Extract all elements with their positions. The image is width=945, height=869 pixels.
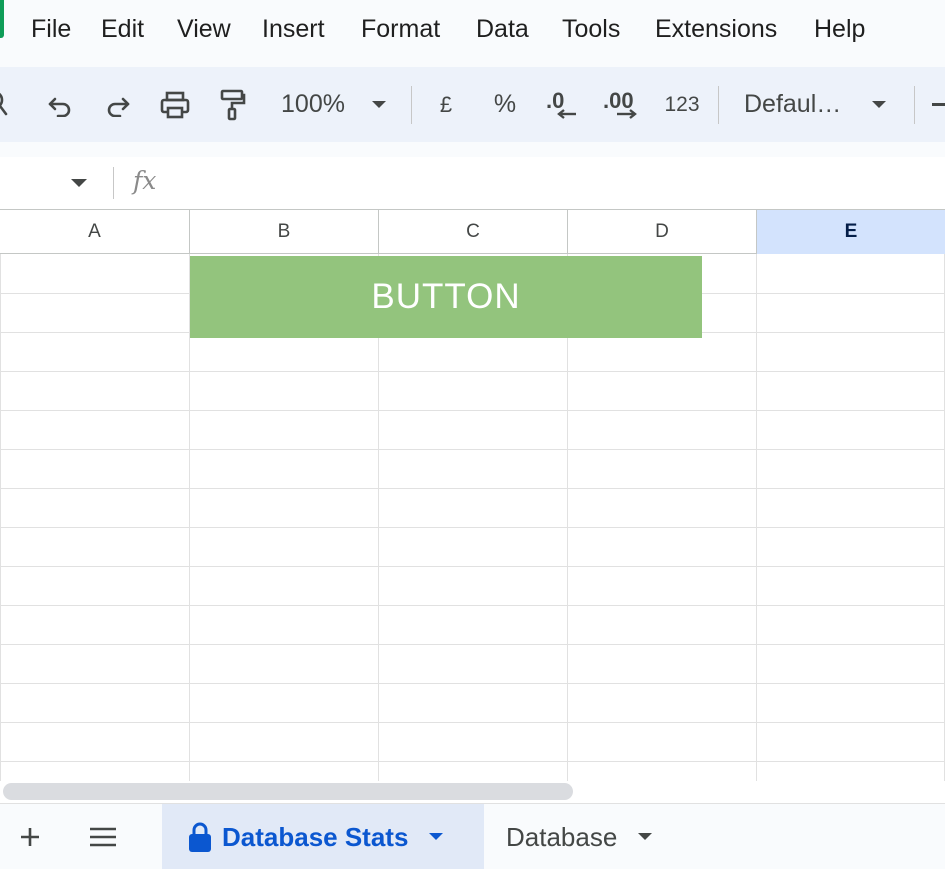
menu-lines-icon [90,827,116,847]
formula-divider [113,167,114,199]
menu-bar: File Edit View Insert Format Data Tools … [0,0,945,62]
search-icon[interactable] [0,67,14,142]
all-sheets-button[interactable] [78,804,128,869]
increase-decimal-icon: .00 [601,88,641,122]
formula-bar: fx [0,157,945,209]
grid-line [0,722,945,723]
sheet-tab-label: Database Stats [222,821,409,852]
plus-icon [21,828,39,846]
toolbar-divider [718,86,719,124]
toolbar-divider [411,86,412,124]
sheet-drawing-button[interactable]: BUTTON [190,256,702,338]
sheet-tab-database-stats[interactable]: Database Stats [162,804,484,869]
font-family-select[interactable]: Defaul… [744,67,848,142]
paint-format-icon[interactable] [214,67,250,142]
grid-line [0,371,945,372]
zoom-value: 100% [281,90,345,118]
chevron-down-icon [638,833,653,840]
increase-decimal-button[interactable]: .00 [600,67,642,142]
column-header-a[interactable]: A [0,210,190,254]
column-header-b[interactable]: B [190,210,379,254]
column-header-row: A B C D E [0,209,945,254]
font-family-value: Defaul… [744,90,842,118]
menu-format[interactable]: Format [361,14,440,44]
spreadsheet-app: File Edit View Insert Format Data Tools … [0,0,945,869]
name-box-dropdown-icon[interactable] [70,175,88,193]
zoom-select[interactable]: 100% [270,67,356,142]
sheet-tabs-bar: Database Stats Database [0,803,945,869]
add-sheet-button[interactable] [5,804,55,869]
sheet-tab-label: Database [506,821,618,852]
currency-symbol: £ [439,91,453,117]
percent-symbol: % [493,90,517,118]
print-icon[interactable] [156,67,194,142]
sheets-logo-icon[interactable] [0,0,4,38]
formula-input[interactable] [180,163,940,203]
column-header-d[interactable]: D [568,210,757,254]
undo-icon[interactable] [42,67,78,142]
menu-edit[interactable]: Edit [101,14,144,44]
redo-icon[interactable] [100,67,136,142]
chevron-down-icon [429,833,444,840]
menu-data[interactable]: Data [476,14,529,44]
percent-format-button[interactable]: % [488,67,522,142]
grid-line [0,644,945,645]
lock-icon [189,822,211,852]
menu-file[interactable]: File [31,14,71,44]
column-header-e[interactable]: E [757,210,945,254]
decrease-decimal-button[interactable]: .0 [542,67,580,142]
menu-tools[interactable]: Tools [562,14,620,44]
grid-line [0,566,945,567]
column-header-c[interactable]: C [379,210,568,254]
menu-extensions[interactable]: Extensions [655,14,777,44]
font-family-dropdown-icon[interactable] [866,67,892,142]
grid-line [0,761,945,762]
grid-line [0,527,945,528]
sheet-tab-database[interactable]: Database [496,804,676,869]
grid-line [0,254,1,781]
currency-format-button[interactable]: £ [430,67,462,142]
grid-line [0,683,945,684]
decrease-decimal-icon: .0 [544,88,578,122]
menu-help[interactable]: Help [814,14,865,44]
number-format-button[interactable]: 123 [660,67,704,142]
decrease-font-size-icon[interactable] [930,67,945,142]
grid-line [756,254,757,781]
grid-line [0,605,945,606]
number-format-label: 123 [664,92,700,116]
grid-line [0,449,945,450]
zoom-dropdown-icon[interactable] [366,67,392,142]
toolbar: 100% £ % .0 .00 123 Defaul… [0,67,945,142]
toolbar-divider [914,86,915,124]
grid-line [0,410,945,411]
grid-line [0,488,945,489]
menu-insert[interactable]: Insert [262,14,325,44]
scrollbar-thumb[interactable] [3,783,573,800]
menu-view[interactable]: View [177,14,231,44]
fx-icon: fx [133,166,157,195]
horizontal-scrollbar[interactable] [0,781,945,803]
